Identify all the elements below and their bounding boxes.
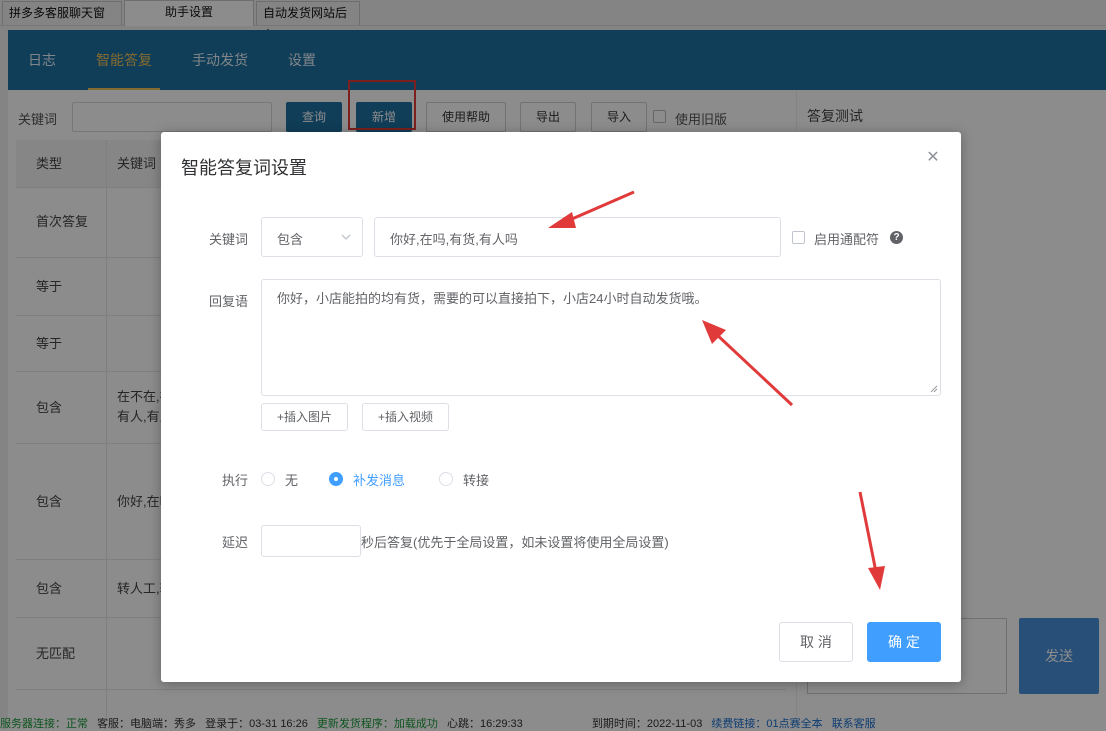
- insert-video-button[interactable]: +插入视频: [362, 403, 449, 431]
- reply-textarea[interactable]: 你好，小店能拍的均有货，需要的可以直接拍下，小店24小时自动发货哦。: [261, 279, 941, 396]
- execute-radio-resend[interactable]: [329, 472, 343, 486]
- cancel-button[interactable]: 取 消: [779, 622, 853, 662]
- execute-option-none[interactable]: 无: [285, 470, 298, 489]
- execute-label: 执行: [221, 473, 248, 488]
- keyword-label: 关键词: [208, 232, 248, 247]
- question-icon[interactable]: ?: [890, 231, 903, 244]
- execute-radio-none[interactable]: [261, 472, 275, 486]
- delay-input[interactable]: [261, 525, 361, 557]
- reply-label: 回复语: [208, 294, 248, 309]
- dialog-title: 智能答复词设置: [181, 158, 307, 178]
- wildcard-label: 启用通配符: [814, 232, 880, 247]
- match-mode-value: 包含: [277, 232, 304, 247]
- reply-textarea-value: 你好，小店能拍的均有货，需要的可以直接拍下，小店24小时自动发货哦。: [277, 291, 708, 306]
- execute-radio-transfer[interactable]: [439, 472, 453, 486]
- insert-image-button[interactable]: +插入图片: [261, 403, 348, 431]
- keyword-input-value: 你好,在吗,有货,有人吗: [390, 232, 518, 247]
- match-mode-select[interactable]: 包含: [261, 217, 363, 257]
- execute-option-transfer[interactable]: 转接: [463, 470, 489, 489]
- wildcard-checkbox[interactable]: [792, 231, 805, 244]
- resize-grip-icon[interactable]: [930, 385, 938, 393]
- confirm-button[interactable]: 确 定: [867, 622, 941, 662]
- keyword-input[interactable]: 你好,在吗,有货,有人吗: [374, 217, 781, 257]
- close-icon[interactable]: ✕: [925, 150, 941, 166]
- chevron-down-icon: [341, 234, 351, 240]
- delay-hint: 秒后答复(优先于全局设置，如未设置将使用全局设置): [361, 535, 669, 550]
- execute-option-resend[interactable]: 补发消息: [353, 470, 405, 489]
- delay-label: 延迟: [221, 535, 248, 550]
- smart-reply-dialog: 智能答复词设置 ✕ 关键词 包含 你好,在吗,有货,有人吗 启用通配符 ? 回复…: [161, 132, 961, 682]
